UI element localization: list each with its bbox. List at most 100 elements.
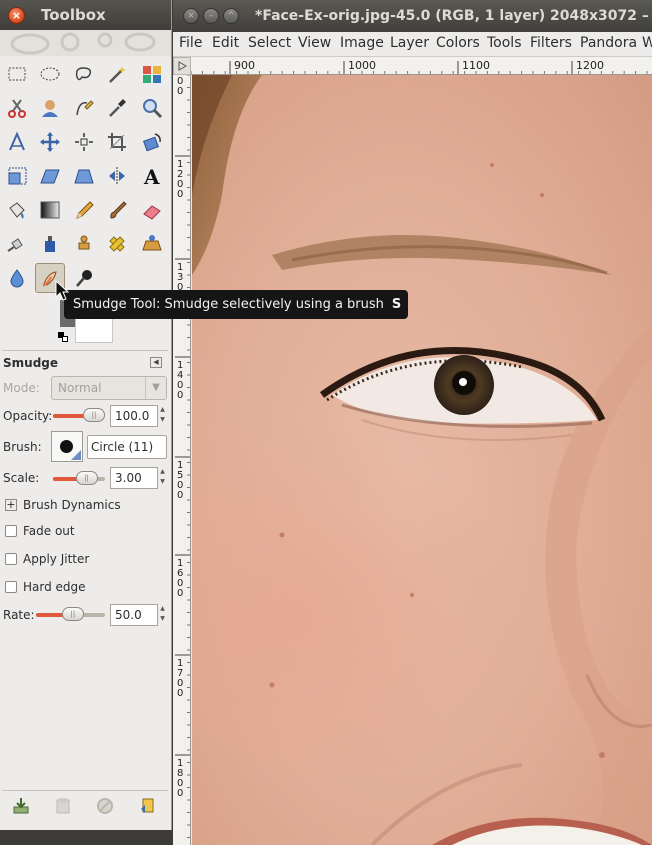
rate-input[interactable]: 50.0 <box>110 604 158 626</box>
vertical-ruler[interactable]: 001200130014001500160017001800 <box>173 75 191 845</box>
align-icon[interactable] <box>69 127 99 157</box>
scale-spin-arrows[interactable]: ▲ ▼ <box>158 467 167 489</box>
airbrush-icon[interactable] <box>2 229 32 259</box>
fade-out-checkbox[interactable] <box>5 525 17 537</box>
default-colors-icon[interactable] <box>58 332 68 342</box>
rate-spin-arrows[interactable]: ▲ ▼ <box>158 604 167 626</box>
delete-options-icon[interactable] <box>94 795 116 817</box>
menu-filters[interactable]: Filters <box>530 35 572 51</box>
quick-mask-toggle[interactable] <box>173 57 191 75</box>
zoom-icon[interactable] <box>137 93 167 123</box>
wilber-decoration-icon <box>10 32 156 55</box>
crop-icon[interactable] <box>102 127 132 157</box>
rect-select-icon[interactable] <box>2 59 32 89</box>
menu-layer[interactable]: Layer <box>390 35 429 51</box>
measure-icon[interactable] <box>2 127 32 157</box>
free-select-icon[interactable] <box>69 59 99 89</box>
ellipse-select-icon[interactable] <box>35 59 65 89</box>
ruler-left-label: 0 <box>177 788 183 799</box>
shear-icon[interactable] <box>35 161 65 191</box>
ruler-top-label: 1200 <box>576 59 604 72</box>
paths-icon[interactable] <box>69 93 99 123</box>
face-photo <box>192 75 652 845</box>
pencil-icon[interactable] <box>69 195 99 225</box>
tool-options-title: Smudge <box>3 356 59 370</box>
image-canvas[interactable] <box>192 75 652 845</box>
minimize-icon[interactable]: – <box>203 8 219 24</box>
slider-handle[interactable]: || <box>61 607 84 621</box>
background-color-swatch[interactable] <box>75 316 113 343</box>
fuzzy-select-icon[interactable] <box>102 59 132 89</box>
scale-slider[interactable]: || <box>53 471 105 485</box>
ruler-top-label: 1100 <box>462 59 490 72</box>
heal-icon[interactable] <box>102 229 132 259</box>
brush-label: Brush: <box>3 440 42 454</box>
move-icon[interactable] <box>35 127 65 157</box>
separator <box>2 350 168 351</box>
brush-name-field[interactable]: Circle (11) <box>87 435 167 459</box>
panel-menu-icon[interactable]: ◀ <box>150 357 162 368</box>
brush-dynamics-expander[interactable]: Brush Dynamics <box>23 498 121 512</box>
dodge-burn-icon[interactable] <box>69 263 99 293</box>
ink-icon[interactable] <box>35 229 65 259</box>
color-select-icon[interactable] <box>137 59 167 89</box>
separator <box>2 790 168 791</box>
menu-file[interactable]: File <box>179 35 202 51</box>
slider-handle[interactable]: || <box>75 471 98 485</box>
reset-options-icon[interactable] <box>137 795 159 817</box>
brush-preview-button[interactable] <box>51 431 83 462</box>
flip-icon[interactable] <box>102 161 132 191</box>
tooltip-shortcut: S <box>391 297 402 312</box>
apply-jitter-checkbox[interactable] <box>5 553 17 565</box>
color-picker-icon[interactable] <box>102 93 132 123</box>
text-icon[interactable]: A <box>137 161 167 191</box>
opacity-spin-arrows[interactable]: ▲ ▼ <box>158 405 167 427</box>
menu-image[interactable]: Image <box>340 35 384 51</box>
expand-icon[interactable]: + <box>5 499 17 511</box>
slider-handle[interactable]: || <box>83 408 105 422</box>
scale-input[interactable]: 3.00 <box>110 467 158 489</box>
menu-tools[interactable]: Tools <box>487 35 522 51</box>
restore-options-icon[interactable] <box>52 795 74 817</box>
perspective-clone-icon[interactable] <box>137 229 167 259</box>
menubar: File Edit Select View Image Layer Colors Tools F… <box>173 32 652 57</box>
close-icon[interactable]: × <box>8 7 25 24</box>
foreground-select-icon[interactable] <box>35 93 65 123</box>
menu-view[interactable]: View <box>298 35 331 51</box>
toolbox-title: Toolbox <box>41 6 106 24</box>
menu-pandora[interactable]: Pandora <box>580 35 637 51</box>
ruler-top-label: 900 <box>234 59 255 72</box>
clone-icon[interactable] <box>69 229 99 259</box>
maximize-icon[interactable]: ^ <box>223 8 239 24</box>
apply-jitter-label: Apply Jitter <box>23 552 90 566</box>
menu-colors[interactable]: Colors <box>436 35 480 51</box>
rate-slider[interactable]: || <box>36 607 105 621</box>
wilber-drop-area <box>0 30 171 56</box>
bucket-fill-icon[interactable] <box>2 195 32 225</box>
menu-w[interactable]: W <box>642 35 652 51</box>
close-icon[interactable]: × <box>183 8 199 24</box>
mode-combo[interactable]: Normal ▼ <box>51 376 167 400</box>
mouse-pointer-icon <box>55 279 70 306</box>
ruler-left-label: 0 <box>177 189 183 200</box>
scale-icon[interactable] <box>2 161 32 191</box>
perspective-icon[interactable] <box>69 161 99 191</box>
blend-icon[interactable] <box>35 195 65 225</box>
opacity-slider[interactable]: || <box>53 408 105 422</box>
image-window-titlebar[interactable]: × – ^ *Face-Ex-orig.jpg-45.0 (RGB, 1 lay… <box>173 0 652 32</box>
menu-select[interactable]: Select <box>248 35 291 51</box>
eraser-icon[interactable] <box>137 195 167 225</box>
toolbox-titlebar[interactable]: × Toolbox <box>0 0 171 30</box>
tooltip-text: Smudge Tool: Smudge selectively using a … <box>73 297 384 312</box>
hard-edge-checkbox[interactable] <box>5 581 17 593</box>
opacity-input[interactable]: 100.0 <box>110 405 158 427</box>
blur-sharpen-icon[interactable] <box>2 263 32 293</box>
horizontal-ruler[interactable]: 90010001100120013 <box>191 57 652 75</box>
svg-text:A: A <box>143 165 160 187</box>
paintbrush-icon[interactable] <box>102 195 132 225</box>
scissors-select-icon[interactable] <box>2 93 32 123</box>
menu-edit[interactable]: Edit <box>212 35 239 51</box>
rotate-icon[interactable] <box>137 127 167 157</box>
ruler-left-label: 0 <box>177 86 183 97</box>
save-options-icon[interactable] <box>10 795 32 817</box>
